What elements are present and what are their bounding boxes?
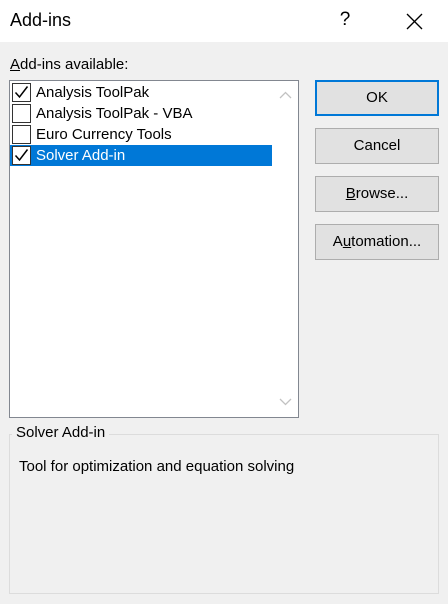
list-item-label: Solver Add-in xyxy=(36,147,126,164)
checkmark-icon xyxy=(14,149,29,162)
list-item-analysis-toolpak-vba[interactable]: Analysis ToolPak - VBA xyxy=(10,103,272,124)
automation-button[interactable]: Automation... xyxy=(315,224,439,260)
list-item-euro-currency-tools[interactable]: Euro Currency Tools xyxy=(10,124,272,145)
scroll-down-button[interactable] xyxy=(273,390,298,415)
add-ins-listbox[interactable]: Analysis ToolPak Analysis ToolPak - VBA … xyxy=(9,80,299,418)
description-title: Solver Add-in xyxy=(12,423,110,443)
list-item-label: Analysis ToolPak - VBA xyxy=(36,105,193,122)
cancel-button[interactable]: Cancel xyxy=(315,128,439,164)
chevron-up-icon xyxy=(279,91,292,99)
chevron-down-icon xyxy=(279,398,292,406)
close-icon xyxy=(406,13,423,30)
add-ins-dialog: Add-ins ? Add-ins available: Analysis To… xyxy=(0,0,448,604)
browse-button[interactable]: Browse... xyxy=(315,176,439,212)
checkbox-analysis-toolpak[interactable] xyxy=(12,83,31,102)
title-bar: Add-ins ? xyxy=(0,0,448,42)
list-item-label: Analysis ToolPak xyxy=(36,84,150,101)
description-text: Tool for optimization and equation solvi… xyxy=(19,458,295,475)
list-item-label: Euro Currency Tools xyxy=(36,126,172,143)
ok-button[interactable]: OK xyxy=(315,80,439,116)
checkbox-solver-add-in[interactable] xyxy=(12,146,31,165)
scroll-up-button[interactable] xyxy=(273,83,298,108)
help-button[interactable]: ? xyxy=(330,4,360,36)
add-ins-available-label: Add-ins available: xyxy=(10,56,129,73)
dialog-title: Add-ins xyxy=(10,10,72,30)
checkbox-analysis-toolpak-vba[interactable] xyxy=(12,104,31,123)
checkbox-euro-currency-tools[interactable] xyxy=(12,125,31,144)
checkmark-icon xyxy=(14,86,29,99)
list-scrollbar[interactable] xyxy=(273,81,298,417)
list-item-analysis-toolpak[interactable]: Analysis ToolPak xyxy=(10,82,272,103)
close-button[interactable] xyxy=(398,6,430,36)
list-item-solver-add-in[interactable]: Solver Add-in xyxy=(10,145,272,166)
